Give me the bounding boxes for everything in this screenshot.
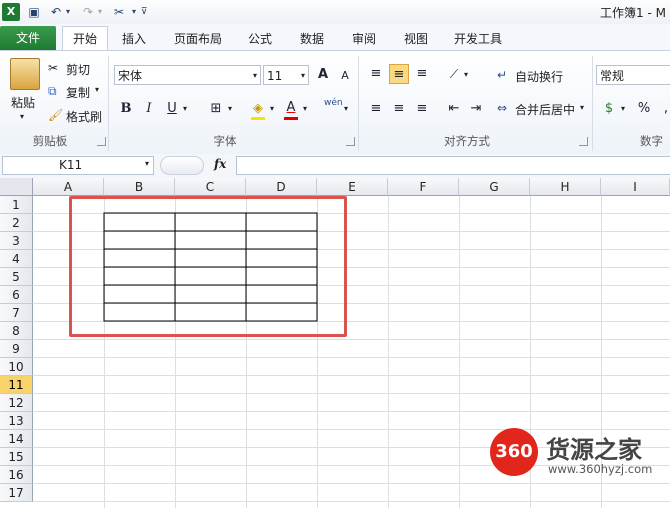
watermark-brand: 货源之家 bbox=[546, 436, 642, 464]
font-name-value: 宋体 bbox=[118, 69, 143, 83]
tools-icon[interactable]: ✂ bbox=[110, 3, 128, 21]
formula-bar-handle[interactable] bbox=[160, 156, 204, 175]
comma-button[interactable]: , bbox=[656, 99, 670, 119]
tab-file[interactable]: 文件 bbox=[0, 26, 56, 50]
font-color-swatch bbox=[284, 117, 298, 120]
tab-review[interactable]: 审阅 bbox=[344, 28, 384, 50]
align-center-icon[interactable]: ≡ bbox=[389, 99, 409, 119]
tab-data[interactable]: 数据 bbox=[292, 28, 332, 50]
group-divider bbox=[358, 56, 359, 151]
paste-icon[interactable] bbox=[10, 58, 40, 90]
tab-view[interactable]: 视图 bbox=[396, 28, 436, 50]
bold-button[interactable]: B bbox=[116, 99, 136, 119]
formula-bar: K11 ▾ fx bbox=[0, 154, 670, 179]
worksheet-grid[interactable]: A B C D E F G H I 1 2 3 4 5 6 7 8 9 10 1… bbox=[0, 178, 670, 508]
font-size-value: 11 bbox=[267, 69, 283, 83]
font-size-box[interactable]: 11 ▾ bbox=[263, 65, 309, 85]
phonetic-guide-icon[interactable]: wén bbox=[324, 98, 343, 108]
paste-button[interactable]: 粘贴 bbox=[11, 94, 35, 111]
align-left-icon[interactable]: ≡ bbox=[366, 99, 386, 119]
group-divider bbox=[108, 56, 109, 151]
alignment-dialog-launcher-icon[interactable] bbox=[579, 137, 588, 146]
accounting-dropdown-icon[interactable]: ▾ bbox=[621, 104, 625, 113]
fill-color-swatch bbox=[251, 117, 265, 120]
undo-dropdown-icon[interactable]: ▾ bbox=[64, 3, 72, 21]
clipboard-dialog-launcher-icon[interactable] bbox=[97, 137, 106, 146]
font-size-dropdown-icon[interactable]: ▾ bbox=[301, 66, 305, 86]
orientation-icon[interactable]: ⟋ bbox=[444, 64, 464, 84]
number-group-label: 数字 bbox=[640, 134, 663, 148]
tab-insert[interactable]: 插入 bbox=[114, 28, 154, 50]
merge-center-icon[interactable]: ⇔ bbox=[497, 101, 507, 115]
font-name-dropdown-icon[interactable]: ▾ bbox=[253, 66, 257, 86]
font-color-dropdown-icon[interactable]: ▾ bbox=[303, 104, 307, 113]
shrink-font-button[interactable]: A bbox=[335, 66, 355, 86]
paste-dropdown-icon[interactable]: ▾ bbox=[20, 112, 24, 121]
align-middle-icon[interactable]: ≡ bbox=[389, 64, 409, 84]
align-bottom-icon[interactable]: ≡ bbox=[412, 64, 432, 84]
font-group-label: 字体 bbox=[213, 134, 237, 148]
increase-indent-icon[interactable]: ⇥ bbox=[466, 99, 486, 119]
copy-dropdown-icon[interactable]: ▾ bbox=[95, 85, 99, 94]
copy-icon[interactable]: ⧉ bbox=[48, 84, 57, 99]
name-box[interactable]: K11 ▾ bbox=[2, 156, 154, 175]
orientation-dropdown-icon[interactable]: ▾ bbox=[464, 70, 468, 79]
font-name-box[interactable]: 宋体 ▾ bbox=[114, 65, 261, 85]
customize-qat-icon[interactable]: ⊽ bbox=[140, 3, 148, 21]
align-top-icon[interactable]: ≡ bbox=[366, 64, 386, 84]
borders-dropdown-icon[interactable]: ▾ bbox=[228, 104, 232, 113]
wrap-text-icon[interactable]: ↵ bbox=[497, 68, 507, 82]
grow-font-button[interactable]: A bbox=[313, 65, 333, 85]
merge-center-button[interactable]: 合并后居中 bbox=[515, 101, 575, 118]
align-right-icon[interactable]: ≡ bbox=[412, 99, 432, 119]
tab-developer[interactable]: 开发工具 bbox=[446, 28, 510, 50]
watermark-url: www.360hyzj.com bbox=[548, 462, 653, 476]
insert-function-button[interactable]: fx bbox=[214, 157, 226, 171]
fill-color-icon[interactable]: ◈ bbox=[248, 99, 268, 119]
watermark-badge: 360 bbox=[490, 428, 538, 476]
percent-button[interactable]: % bbox=[634, 99, 654, 119]
tab-page-layout[interactable]: 页面布局 bbox=[168, 28, 228, 50]
window-title: 工作簿1 - M bbox=[600, 6, 666, 20]
alignment-group-label: 对齐方式 bbox=[444, 134, 490, 148]
cut-icon[interactable]: ✂ bbox=[48, 61, 58, 75]
formula-input[interactable] bbox=[236, 156, 670, 175]
wrap-text-button[interactable]: 自动换行 bbox=[515, 68, 563, 85]
ribbon-tabs: 文件 开始 插入 页面布局 公式 数据 审阅 视图 开发工具 bbox=[0, 24, 670, 51]
accounting-format-icon[interactable]: $ bbox=[599, 99, 619, 119]
merge-center-dropdown-icon[interactable]: ▾ bbox=[580, 103, 584, 112]
tab-home[interactable]: 开始 bbox=[62, 26, 108, 51]
underline-dropdown-icon[interactable]: ▾ bbox=[183, 104, 187, 113]
title-bar: X ▣ ↶ ▾ ↷ ▾ ✂ ▾ ⊽ 工作簿1 - M bbox=[0, 0, 670, 25]
italic-button[interactable]: I bbox=[139, 99, 159, 119]
number-format-box[interactable]: 常规 bbox=[596, 65, 670, 85]
tab-formulas[interactable]: 公式 bbox=[240, 28, 280, 50]
font-color-button[interactable]: A bbox=[281, 98, 301, 118]
tools-dropdown-icon[interactable]: ▾ bbox=[130, 3, 138, 21]
group-divider bbox=[592, 56, 593, 151]
fill-color-dropdown-icon[interactable]: ▾ bbox=[270, 104, 274, 113]
borders-icon[interactable]: ⊞ bbox=[206, 99, 226, 119]
decrease-indent-icon[interactable]: ⇤ bbox=[444, 99, 464, 119]
undo-icon[interactable]: ↶ bbox=[48, 3, 64, 21]
redo-icon[interactable]: ↷ bbox=[80, 3, 96, 21]
clipboard-group-label: 剪贴板 bbox=[32, 134, 68, 148]
number-format-value: 常规 bbox=[600, 69, 625, 83]
name-box-dropdown-icon[interactable]: ▾ bbox=[145, 159, 149, 168]
cut-button[interactable]: 剪切 bbox=[66, 61, 90, 78]
format-painter-icon[interactable]: 🖌 bbox=[48, 108, 63, 122]
redo-dropdown-icon[interactable]: ▾ bbox=[96, 3, 104, 21]
underline-button[interactable]: U bbox=[162, 99, 182, 119]
format-painter-button[interactable]: 格式刷 bbox=[66, 108, 102, 125]
name-box-value: K11 bbox=[59, 158, 83, 172]
font-dialog-launcher-icon[interactable] bbox=[346, 137, 355, 146]
excel-logo-icon: X bbox=[2, 3, 20, 21]
save-icon[interactable]: ▣ bbox=[26, 3, 42, 21]
phonetic-dropdown-icon[interactable]: ▾ bbox=[344, 104, 348, 113]
highlight-box bbox=[69, 196, 347, 337]
copy-button[interactable]: 复制 bbox=[66, 84, 90, 101]
